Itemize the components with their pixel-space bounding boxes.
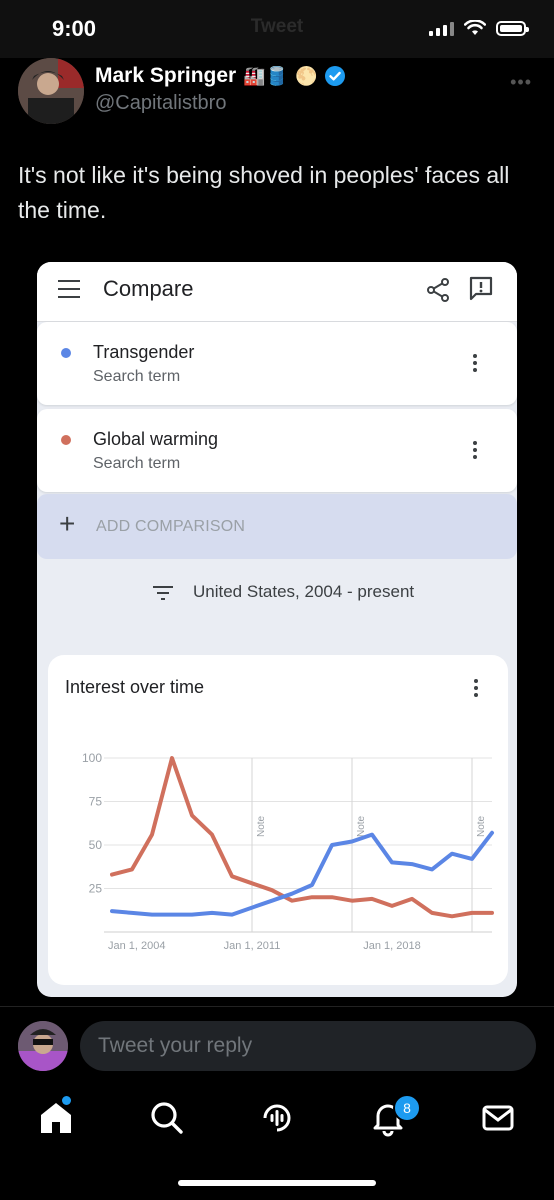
tweet-author: Mark Springer 🏭🛢️ 🌕 @Capitalistbro ••• <box>18 58 536 128</box>
reply-input[interactable]: Tweet your reply <box>80 1021 536 1071</box>
x-tick-label: Jan 1, 2018 <box>363 940 421 952</box>
term-sub: Search term <box>93 455 181 472</box>
note-label: Note <box>476 815 487 837</box>
kebab-icon <box>473 354 477 375</box>
y-tick-label: 100 <box>82 751 102 765</box>
share-icon <box>427 278 449 302</box>
reply-placeholder: Tweet your reply <box>98 1034 253 1057</box>
search-term-transgender: Transgender Search term <box>37 322 517 405</box>
battery-icon <box>496 20 529 36</box>
x-tick-label: Jan 1, 2004 <box>108 940 166 952</box>
line-chart: 100 75 50 25 Note Note Note Jan 1, 2004 Jan 1, 2… <box>82 751 494 952</box>
search-icon[interactable] <box>147 1098 187 1138</box>
series-dot <box>61 348 71 358</box>
kebab-icon <box>473 441 477 462</box>
add-comparison-label: ADD COMPARISON <box>96 518 246 535</box>
home-indicator <box>178 1180 376 1186</box>
author-name[interactable]: Mark Springer <box>95 64 236 88</box>
user-avatar <box>18 1021 68 1071</box>
y-tick-label: 25 <box>89 882 103 896</box>
filter-text: United States, 2004 - present <box>193 582 415 601</box>
verified-icon <box>325 66 346 86</box>
term-name: Transgender <box>93 342 195 362</box>
note-label: Note <box>256 815 267 837</box>
status-bar: 9:00 Tweet <box>0 0 554 58</box>
add-comparison: + ADD COMPARISON <box>37 494 517 559</box>
filter-icon <box>153 586 173 600</box>
interest-over-time-card: Interest over time 100 75 50 25 Note Note Note… <box>48 655 508 985</box>
signal-icon <box>429 20 454 36</box>
home-icon[interactable] <box>36 1098 76 1138</box>
filter-row: United States, 2004 - present <box>37 572 517 612</box>
menu-icon <box>58 280 80 304</box>
x-tick-label: Jan 1, 2011 <box>224 940 281 952</box>
author-handle[interactable]: @Capitalistbro <box>95 92 226 115</box>
tweet-text: It's not like it's being shoved in peopl… <box>18 162 510 223</box>
moon-icon: 🌕 <box>295 65 318 86</box>
search-term-global-warming: Global warming Search term <box>37 409 517 492</box>
trends-title: Compare <box>103 276 194 301</box>
y-tick-label: 75 <box>89 795 103 809</box>
term-name: Global warming <box>93 429 219 449</box>
trends-header: Compare <box>37 262 517 322</box>
note-label: Note <box>356 815 367 837</box>
tweet-image-trends[interactable]: Compare Transgender Search term Global w… <box>37 262 517 997</box>
series-dot <box>61 435 71 445</box>
series-line-global-warming <box>110 756 494 919</box>
more-options-icon[interactable]: ••• <box>510 72 532 93</box>
system-icons <box>429 20 529 36</box>
bottom-tab-bar: 8 <box>0 1082 554 1200</box>
notification-badge: 8 <box>393 1094 421 1122</box>
y-tick-label: 50 <box>89 838 103 852</box>
reply-bar: Tweet your reply <box>0 1006 554 1081</box>
term-sub: Search term <box>93 368 181 385</box>
spaces-icon[interactable] <box>257 1098 297 1138</box>
home-notification-dot <box>62 1096 71 1105</box>
messages-icon[interactable] <box>478 1098 518 1138</box>
factory-icon: 🏭🛢️ <box>243 65 289 86</box>
wifi-icon <box>464 20 486 35</box>
feedback-icon <box>469 276 493 301</box>
plus-icon: + <box>59 508 76 539</box>
avatar[interactable] <box>18 58 84 124</box>
